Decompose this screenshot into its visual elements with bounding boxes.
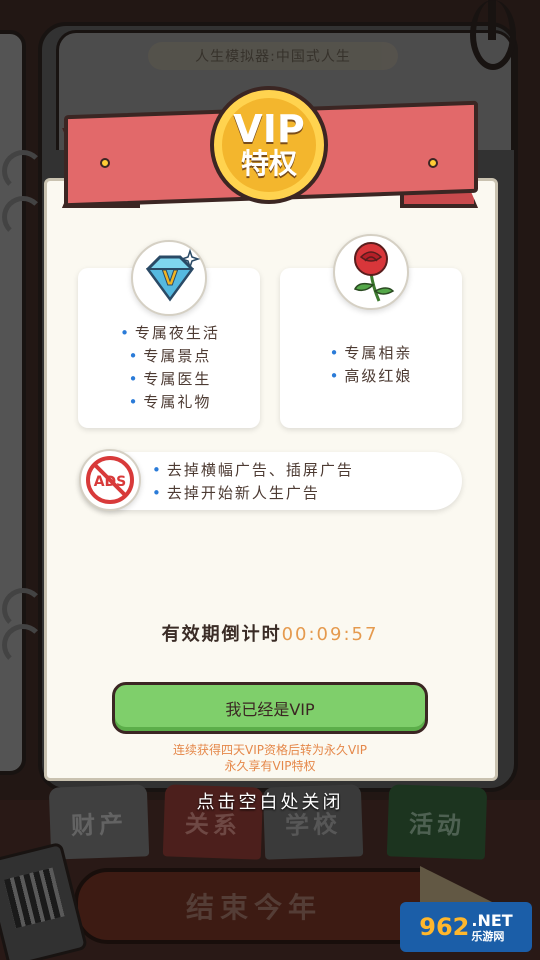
list-item: 专属相亲 (246, 342, 496, 365)
svg-text:V: V (162, 266, 178, 290)
list-item: 去掉开始新人生广告 (152, 482, 472, 505)
vip-note-line1: 连续获得四天VIP资格后转为永久VIP (173, 743, 367, 757)
ribbon-dot (100, 158, 110, 168)
vip-note-line2: 永久享有VIP特权 (224, 759, 316, 773)
watermark-number: 962 (419, 913, 470, 941)
watermark-suffix-block: .NET 乐游网 (471, 911, 512, 943)
watermark-suffix: .NET (471, 911, 513, 930)
list-item: 高级红娘 (246, 365, 496, 388)
countdown-label: 有效期倒计时 (161, 624, 282, 645)
vip-badge: VIP 特权 (210, 86, 328, 204)
diamond-icon: V (131, 240, 207, 316)
rose-icon (333, 234, 409, 310)
vip-status-button[interactable]: 我已经是VIP (112, 682, 428, 734)
list-item: 去掉横幅广告、插屏广告 (152, 459, 472, 482)
list-item: 专属礼物 (0, 391, 340, 414)
close-hint[interactable]: 点击空白处关闭 (150, 788, 390, 814)
perk-list-ads: 去掉横幅广告、插屏广告 去掉开始新人生广告 (152, 459, 472, 505)
vip-badge-line1: VIP (233, 107, 305, 151)
countdown-timer: 00:09:57 (281, 624, 379, 645)
ribbon-dot (428, 158, 438, 168)
watermark-sub: 乐游网 (471, 930, 505, 943)
site-watermark: 962 .NET 乐游网 (400, 902, 532, 952)
perk-list-right: 专属相亲 高级红娘 (246, 342, 496, 388)
vip-badge-line2: 特权 (240, 147, 297, 180)
countdown: 有效期倒计时00:09:57 (0, 620, 540, 646)
no-ads-icon: ADS (79, 449, 141, 511)
